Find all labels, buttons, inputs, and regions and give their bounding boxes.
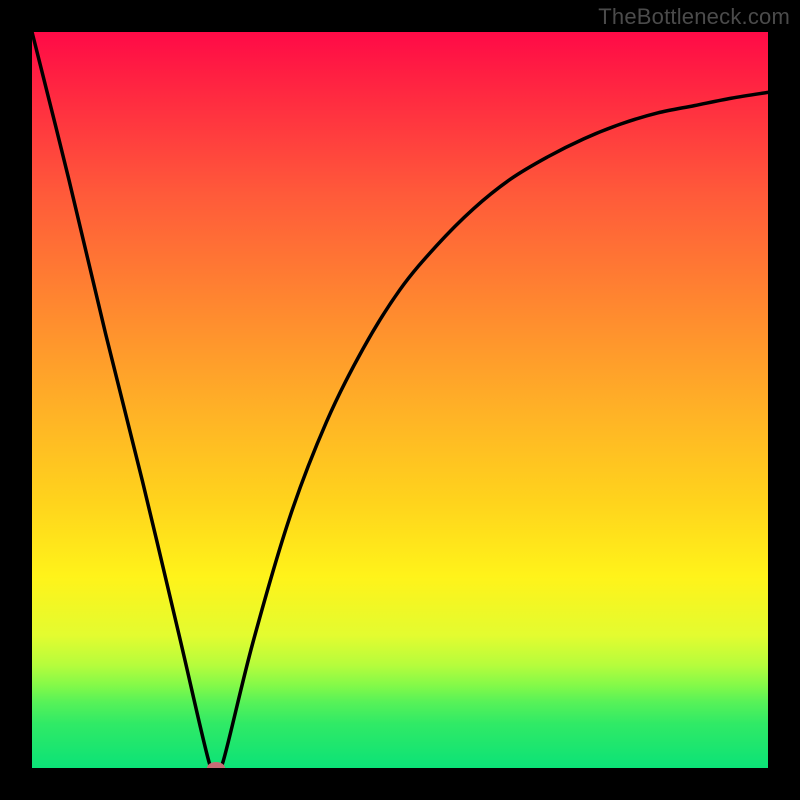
plot-area bbox=[32, 32, 768, 768]
chart-frame: TheBottleneck.com bbox=[0, 0, 800, 800]
watermark-text: TheBottleneck.com bbox=[598, 4, 790, 30]
